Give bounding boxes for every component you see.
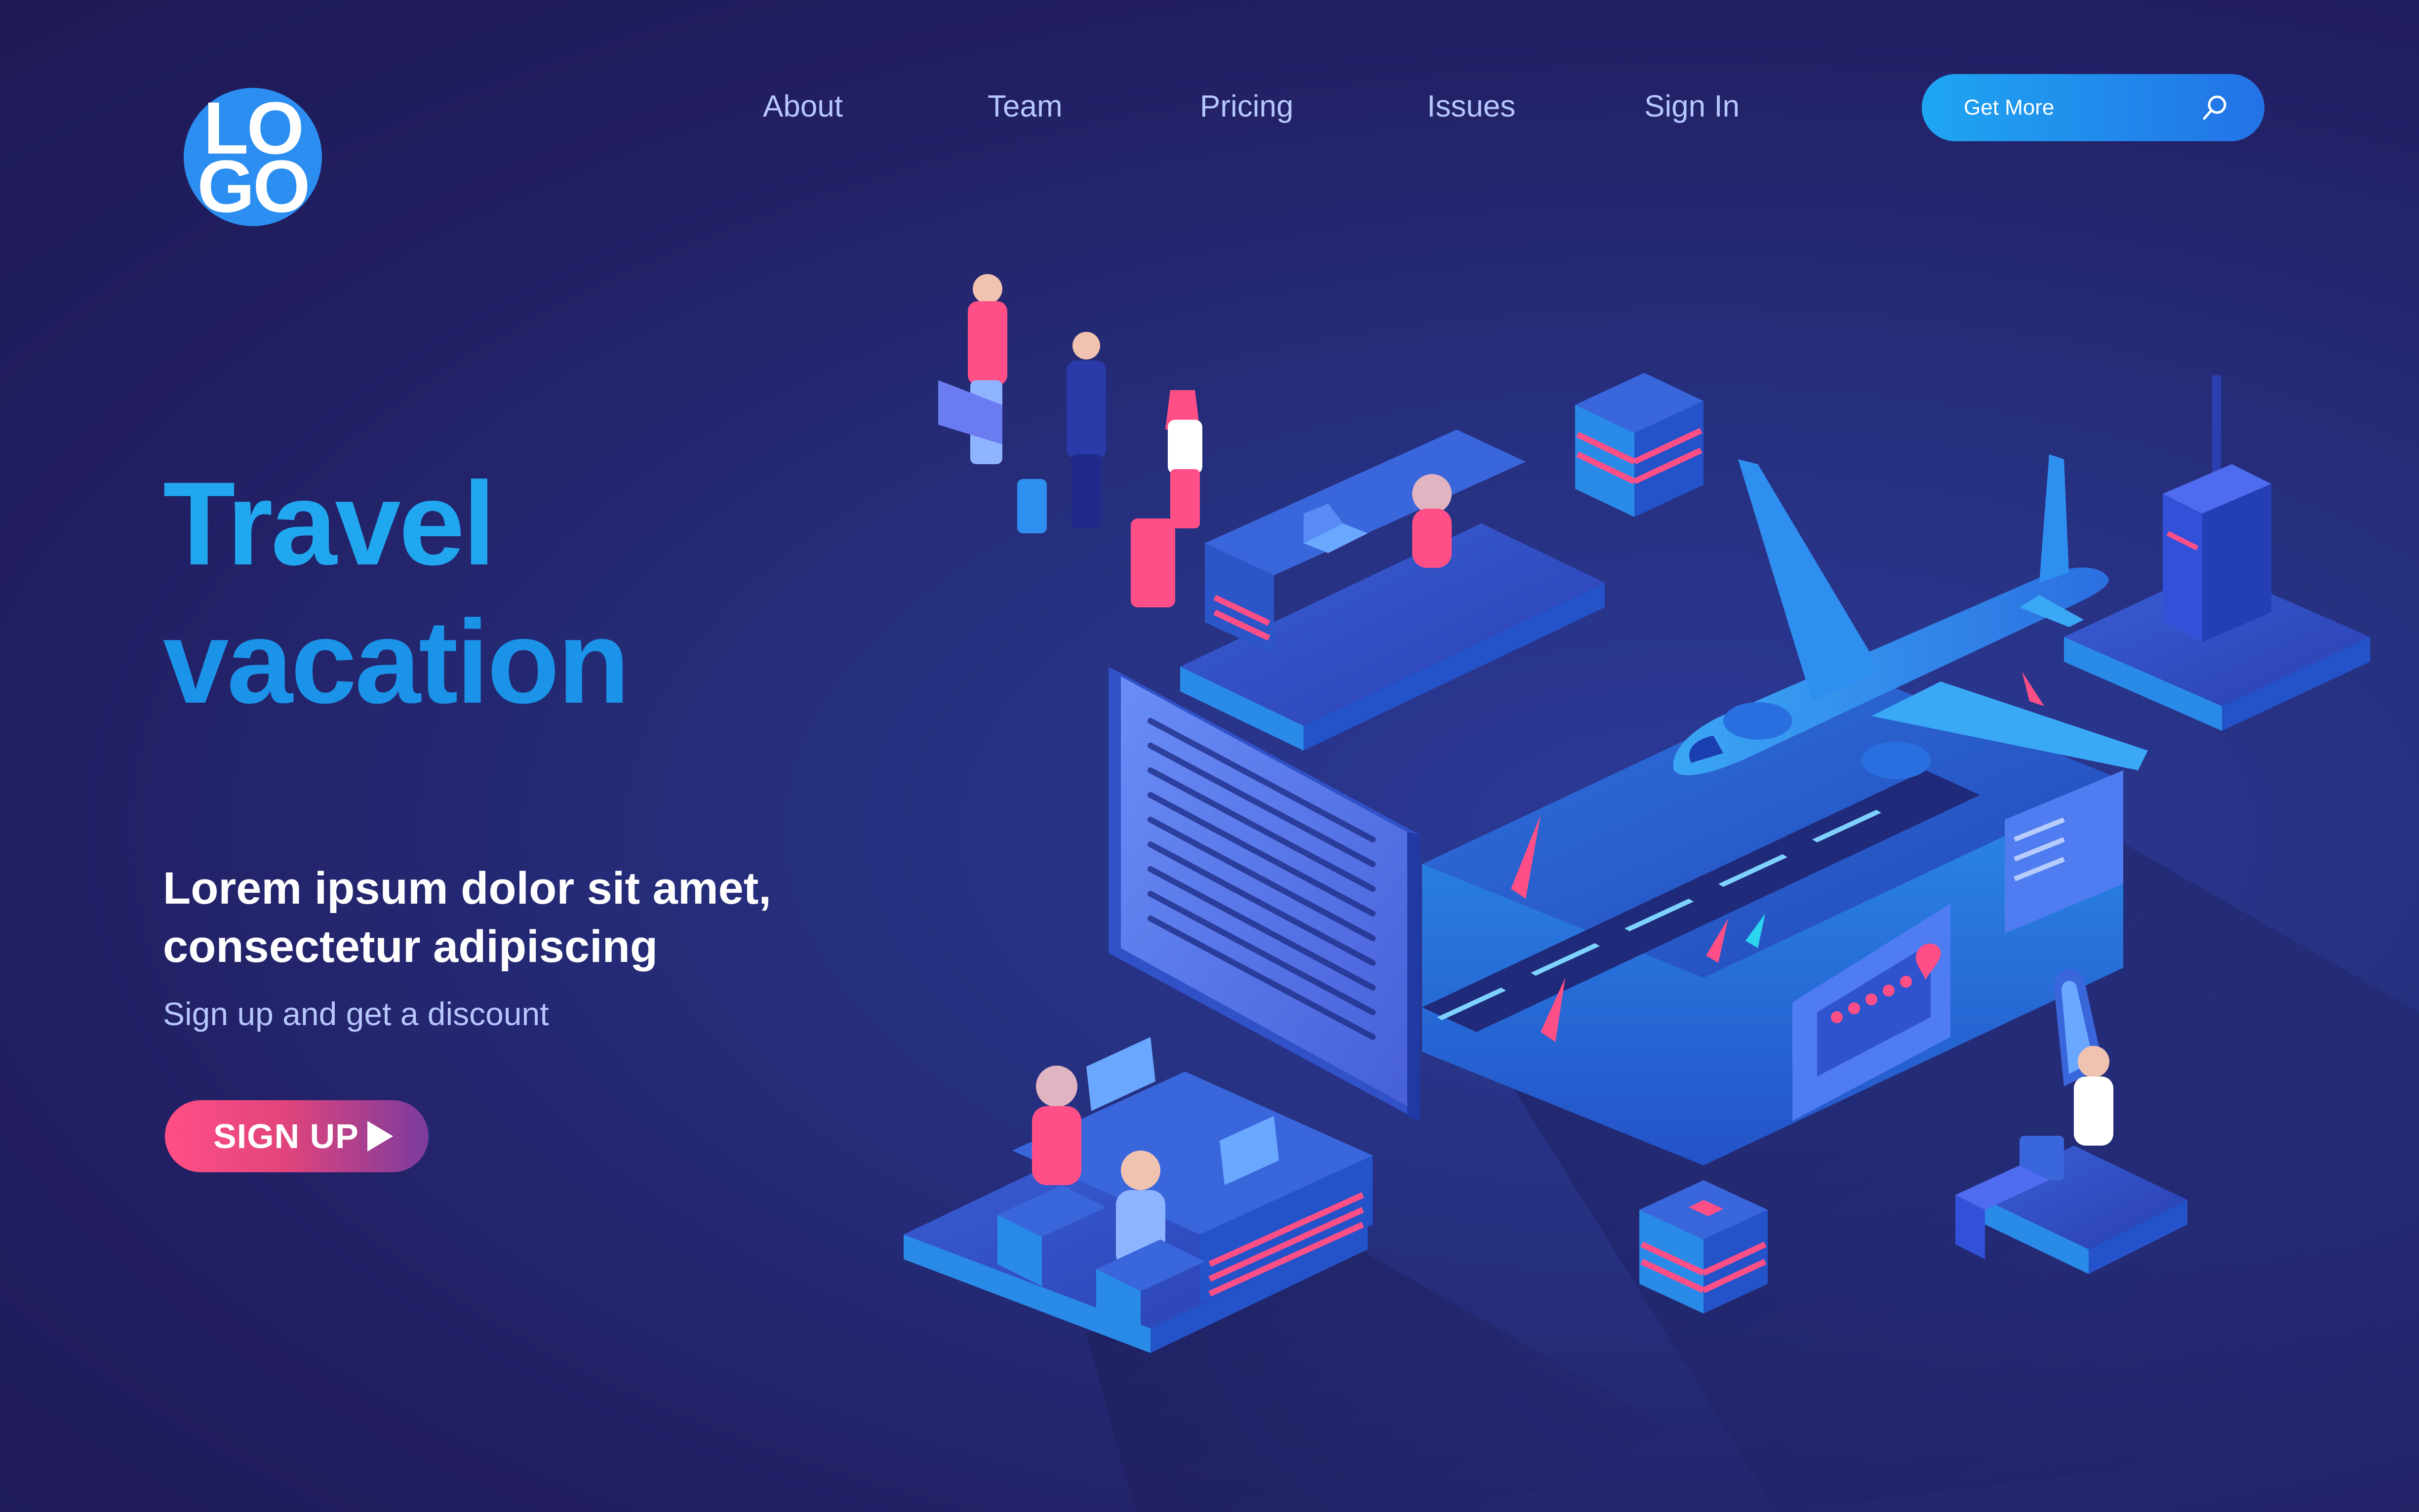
nav-item-issues[interactable]: Issues: [1427, 89, 1515, 124]
checkin-desk: [1180, 430, 1605, 751]
crate-top: [1575, 373, 1704, 517]
search-icon[interactable]: [2200, 93, 2230, 122]
sign-up-label: SIGN UP: [213, 1117, 359, 1155]
hero-note: Sign up and get a discount: [163, 995, 549, 1032]
search-input[interactable]: Get More: [1922, 74, 2264, 141]
logo[interactable]: LO GO: [184, 88, 322, 226]
nav-item-team[interactable]: Team: [988, 89, 1063, 124]
hero-title-line2: vacation: [163, 596, 630, 728]
logo-text: LO GO: [184, 88, 322, 226]
hero-subtitle: Lorem ipsum dolor sit amet, consectetur …: [163, 859, 904, 976]
sign-up-button[interactable]: SIGN UP: [165, 1100, 429, 1172]
play-arrow-icon: [367, 1121, 393, 1152]
travellers: [938, 274, 1202, 607]
luggage-platform: [2064, 375, 2370, 731]
nav-item-about[interactable]: About: [763, 89, 843, 124]
hero-subtitle-line1: Lorem ipsum dolor sit amet,: [163, 863, 771, 914]
landing-page: LO GO About Team Pricing Issues Sign In …: [0, 0, 2419, 1512]
search-placeholder: Get More: [1964, 95, 2055, 119]
departure-board: [1109, 667, 1420, 1121]
hero-subtitle-line2: consectetur adipiscing: [163, 921, 658, 972]
logo-text-line2: GO: [197, 145, 310, 228]
nav-item-pricing[interactable]: Pricing: [1200, 89, 1294, 124]
nav-item-sign-in[interactable]: Sign In: [1644, 89, 1740, 124]
travel-illustration: [904, 274, 2419, 1512]
hero-title-line1: Travel: [163, 457, 496, 590]
hero-title: Travel vacation: [163, 454, 630, 731]
